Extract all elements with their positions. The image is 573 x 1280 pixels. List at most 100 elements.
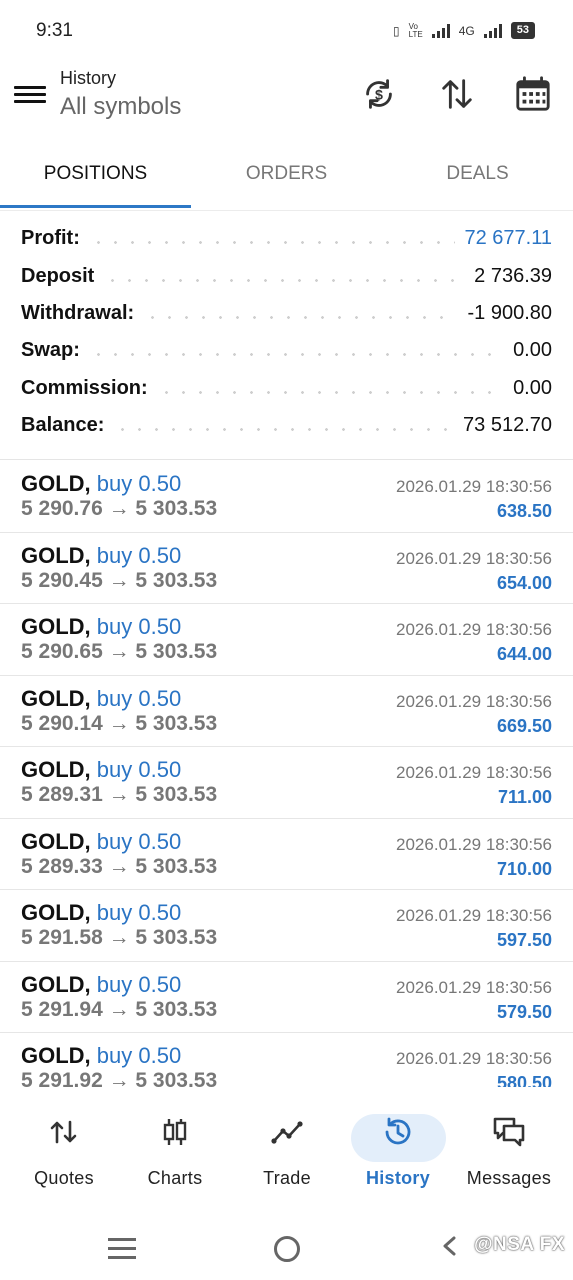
- position-prices: 5 290.45 → 5 303.53: [21, 568, 218, 592]
- dotted-leader: [89, 353, 504, 357]
- symbol-name: GOLD,: [21, 971, 91, 997]
- summary-value-commission: 0.00: [513, 376, 552, 399]
- position-row[interactable]: GOLD, buy 0.50 5 290.65 → 5 303.53 2026.…: [0, 604, 573, 676]
- battery-icon: 53: [510, 22, 535, 39]
- position-profit: 579.50: [496, 1001, 552, 1022]
- dotted-leader: [114, 428, 454, 432]
- position-profit: 597.50: [496, 930, 552, 950]
- currency-exchange-icon[interactable]: $: [360, 74, 398, 114]
- symbol-name: GOLD,: [21, 542, 91, 568]
- nav-label: Messages: [466, 1168, 552, 1188]
- menu-icon[interactable]: [14, 82, 46, 110]
- symbol-name: GOLD,: [21, 900, 91, 925]
- position-time: 2026.01.29 18:30:56: [396, 691, 552, 711]
- position-time: 2026.01.29 18:30:56: [396, 977, 552, 997]
- nav-label: Trade: [263, 1168, 311, 1188]
- position-profit: 669.50: [496, 715, 552, 736]
- nav-trade[interactable]: Trade: [232, 1108, 342, 1198]
- position-row[interactable]: GOLD, buy 0.50 5 289.31 → 5 303.53 2026.…: [0, 747, 573, 819]
- summary-row-commission: Commission: 0.00: [0, 370, 573, 407]
- position-symbol: GOLD, buy 0.50: [21, 900, 181, 926]
- position-symbol: GOLD, buy 0.50: [21, 543, 181, 569]
- position-side: buy 0.50: [96, 1043, 182, 1068]
- summary-value-withdrawal: -1 900.80: [467, 301, 552, 324]
- sort-icon[interactable]: [438, 74, 476, 114]
- position-row[interactable]: GOLD, buy 0.50 5 290.14 → 5 303.53 2026.…: [0, 676, 573, 747]
- watermark: @NSA FX: [474, 1234, 565, 1255]
- messages-icon: [493, 1117, 525, 1147]
- position-prices: 5 289.31 → 5 303.53: [21, 783, 218, 806]
- position-profit: 711.00: [497, 787, 552, 807]
- position-time: 2026.01.29 18:30:56: [396, 906, 552, 925]
- position-profit: 644.00: [496, 644, 552, 664]
- app-header: History All symbols $: [0, 62, 573, 142]
- position-prices: 5 291.94 → 5 303.53: [21, 997, 218, 1021]
- svg-text:$: $: [375, 88, 383, 104]
- position-time: 2026.01.29 18:30:56: [396, 834, 552, 854]
- position-side: buy 0.50: [96, 542, 182, 568]
- nav-history[interactable]: History: [343, 1108, 453, 1198]
- position-row[interactable]: GOLD, buy 0.50 5 289.33 → 5 303.53 2026.…: [0, 819, 573, 890]
- position-symbol: GOLD, buy 0.50: [21, 686, 181, 712]
- position-profit: 654.00: [496, 572, 552, 593]
- position-row[interactable]: GOLD, buy 0.50 5 290.45 → 5 303.53 2026.…: [0, 533, 573, 604]
- position-symbol: GOLD, buy 0.50: [21, 1043, 181, 1069]
- summary-row-balance: Balance: 73 512.70: [0, 407, 573, 444]
- nav-label: History: [365, 1168, 431, 1188]
- position-profit: 638.50: [496, 501, 552, 521]
- title-block[interactable]: History All symbols: [60, 68, 181, 121]
- position-prices: 5 290.14 → 5 303.53: [21, 711, 218, 735]
- summary-row-deposit: Deposit 2 736.39: [0, 257, 573, 294]
- page-title: History: [60, 68, 117, 88]
- symbol-name: GOLD,: [21, 828, 91, 854]
- position-time: 2026.01.29 18:30:56: [396, 620, 552, 639]
- candles-icon: [163, 1119, 187, 1145]
- bottom-navigation: Quotes Charts Trade History Messages: [0, 1100, 573, 1210]
- position-side: buy 0.50: [96, 971, 182, 997]
- position-row[interactable]: GOLD, buy 0.50 5 291.94 → 5 303.53 2026.…: [0, 962, 573, 1033]
- status-icons: ▯ Vo LTE 4G 53: [393, 22, 535, 39]
- tab-orders[interactable]: ORDERS: [191, 142, 382, 210]
- positions-list[interactable]: GOLD, buy 0.50 5 290.76 → 5 303.53 2026.…: [0, 461, 573, 1087]
- status-time: 9:31: [36, 20, 73, 41]
- summary-value-profit: 72 677.11: [464, 227, 553, 250]
- position-symbol: GOLD, buy 0.50: [21, 471, 181, 497]
- home-icon[interactable]: [274, 1236, 300, 1262]
- account-summary: Profit: 72 677.11 Deposit 2 736.39 Withd…: [0, 220, 573, 444]
- symbol-name: GOLD,: [21, 614, 91, 639]
- active-tab-indicator: [0, 205, 191, 208]
- position-time: 2026.01.29 18:30:56: [396, 477, 552, 496]
- position-row[interactable]: GOLD, buy 0.50 5 291.92 → 5 303.53 2026.…: [0, 1033, 573, 1087]
- nav-charts[interactable]: Charts: [120, 1108, 230, 1198]
- nav-messages[interactable]: Messages: [454, 1108, 564, 1198]
- tab-bar: POSITIONS ORDERS DEALS: [0, 142, 573, 211]
- summary-label: Swap:: [21, 339, 80, 362]
- summary-value-deposit: 2 736.39: [474, 264, 552, 287]
- position-row[interactable]: GOLD, buy 0.50 5 291.58 → 5 303.53 2026.…: [0, 890, 573, 962]
- history-icon: [385, 1117, 411, 1145]
- position-side: buy 0.50: [96, 471, 182, 496]
- position-side: buy 0.50: [96, 757, 182, 782]
- recent-apps-icon[interactable]: [108, 1238, 136, 1259]
- tab-positions[interactable]: POSITIONS: [0, 142, 191, 210]
- summary-row-withdrawal: Withdrawal: -1 900.80: [0, 295, 573, 332]
- symbol-name: GOLD,: [21, 757, 91, 782]
- back-icon[interactable]: [440, 1236, 460, 1256]
- dotted-leader: [157, 390, 504, 394]
- nav-label: Charts: [147, 1168, 203, 1188]
- tab-deals[interactable]: DEALS: [382, 142, 573, 210]
- position-row[interactable]: GOLD, buy 0.50 5 290.76 → 5 303.53 2026.…: [0, 461, 573, 533]
- symbol-filter[interactable]: All symbols: [60, 93, 181, 121]
- calendar-icon[interactable]: [514, 74, 552, 114]
- quotes-icon: [50, 1120, 77, 1144]
- position-time: 2026.01.29 18:30:56: [396, 548, 552, 568]
- summary-row-swap: Swap: 0.00: [0, 332, 573, 369]
- position-prices: 5 291.58 → 5 303.53: [21, 926, 218, 949]
- divider: [0, 459, 573, 460]
- position-symbol: GOLD, buy 0.50: [21, 614, 181, 640]
- vibrate-icon: ▯: [393, 23, 400, 38]
- position-side: buy 0.50: [96, 900, 182, 925]
- position-profit: 580.50: [496, 1073, 552, 1087]
- nav-quotes[interactable]: Quotes: [9, 1108, 119, 1198]
- position-time: 2026.01.29 18:30:56: [396, 1049, 552, 1068]
